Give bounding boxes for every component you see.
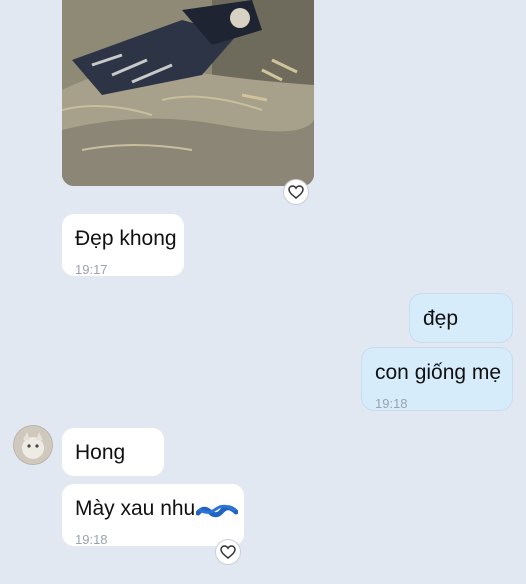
message-text: Mày xau nhu [75, 497, 196, 520]
message-text: Hong [75, 441, 126, 464]
message-text: con giống mẹ [375, 361, 502, 384]
reaction-button-message[interactable] [216, 540, 240, 564]
message-time: 19:18 [75, 532, 108, 547]
message-text: đẹp [423, 307, 459, 330]
message-outgoing[interactable]: đẹp [410, 294, 512, 342]
message-text: Đẹp khong [75, 227, 177, 250]
photo-content [62, 0, 314, 186]
photo-attachment[interactable] [62, 0, 314, 186]
message-time: 19:18 [375, 396, 408, 411]
scribble-redaction [196, 504, 238, 518]
message-outgoing[interactable]: con giống mẹ 19:18 [362, 348, 512, 411]
contact-avatar [14, 426, 52, 464]
heart-outline-icon [288, 185, 304, 199]
message-incoming[interactable]: Đẹp khong 19:17 [62, 214, 184, 277]
heart-outline-icon [220, 545, 236, 559]
message-time: 19:17 [75, 262, 108, 277]
avatar[interactable] [14, 426, 52, 464]
reaction-button-photo[interactable] [284, 180, 308, 204]
message-incoming[interactable]: Hong [62, 428, 164, 476]
